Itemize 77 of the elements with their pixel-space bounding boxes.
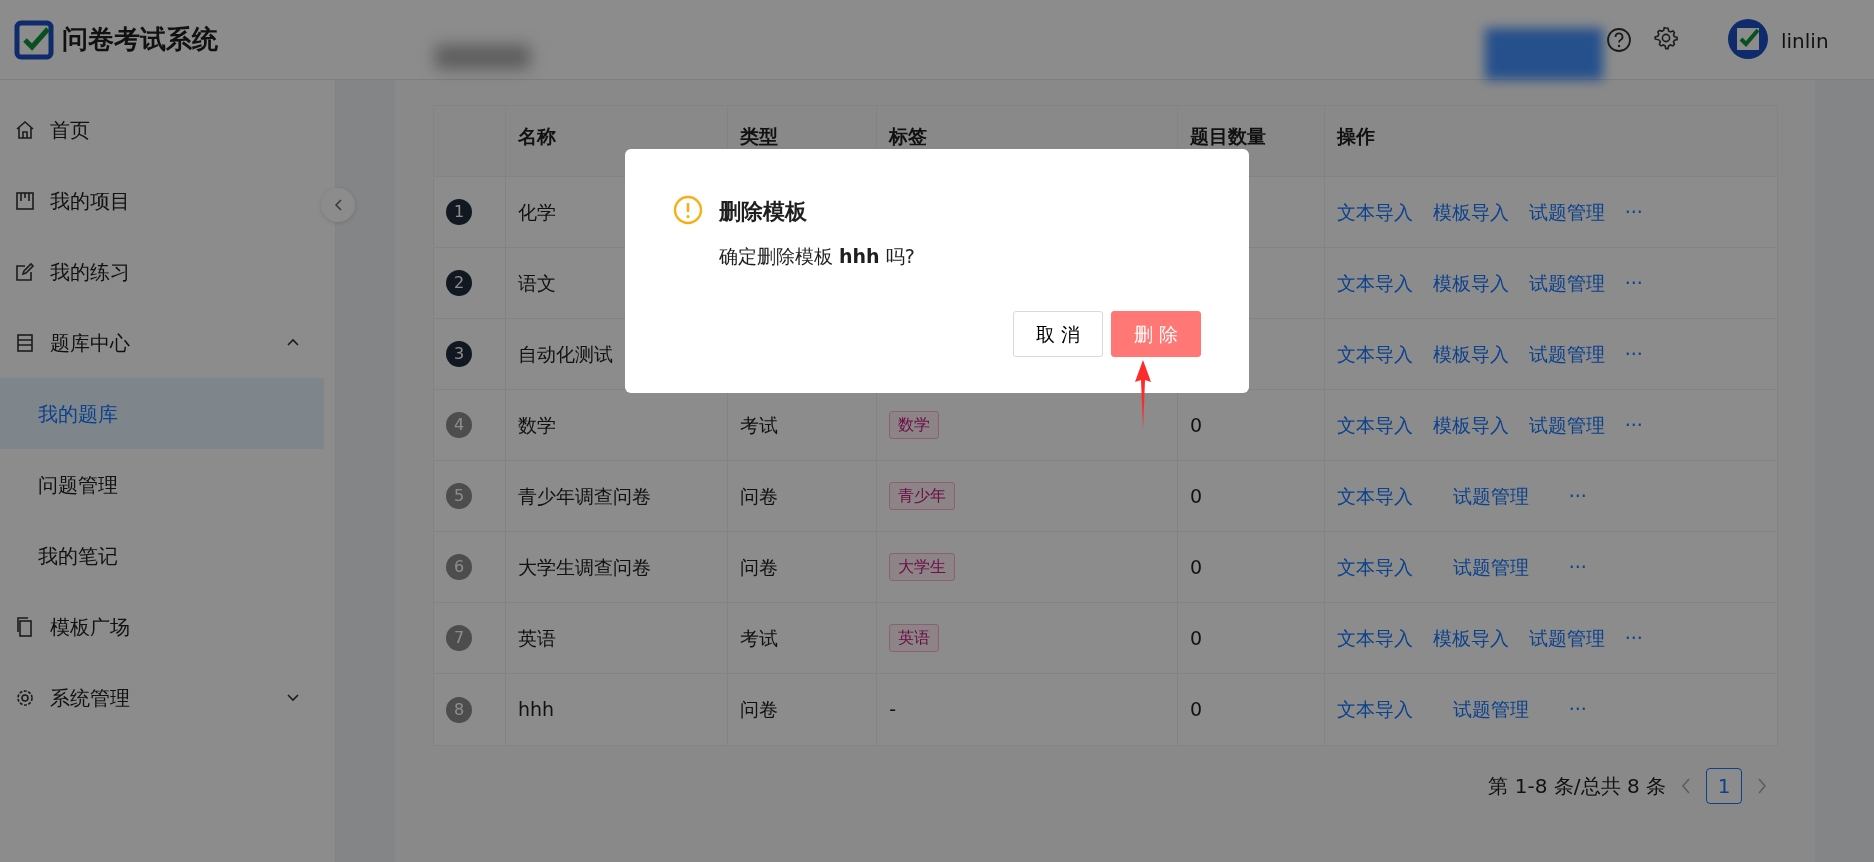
action-link[interactable]: 模板导入	[1432, 268, 1509, 298]
more-link[interactable]: ···	[1568, 695, 1587, 724]
tag: 青少年	[889, 482, 956, 510]
action-link[interactable]: 文本导入	[1336, 695, 1413, 724]
table-cell-text: 考试	[739, 412, 778, 438]
dialog-title: 删除模板	[719, 198, 808, 226]
rank-badge: 3	[446, 341, 472, 367]
action-link[interactable]: 模板导入	[1432, 410, 1509, 440]
more-link[interactable]: ···	[1624, 623, 1643, 653]
action-link[interactable]: 试题管理	[1528, 410, 1605, 440]
tag: 英语	[889, 624, 940, 652]
table-cell-text: -	[889, 697, 897, 723]
table-cell-text: 问卷	[739, 697, 778, 723]
action-link[interactable]: 试题管理	[1528, 623, 1605, 653]
table-cell-text: 0	[1189, 697, 1202, 723]
table-cell-text: 问卷	[739, 483, 778, 509]
table-cell-text: 英语	[517, 625, 556, 651]
app-title: 问卷考试系统	[62, 23, 218, 56]
action-link[interactable]: 试题管理	[1452, 695, 1529, 724]
more-link[interactable]: ···	[1568, 481, 1587, 511]
action-link[interactable]: 试题管理	[1452, 552, 1529, 582]
table-cell-text: 数学	[517, 412, 556, 438]
menu-item[interactable]: 首页	[0, 94, 324, 165]
action-link[interactable]: 文本导入	[1336, 410, 1413, 440]
action-link[interactable]: 文本导入	[1336, 268, 1413, 298]
rank-badge: 2	[446, 270, 472, 296]
action-link[interactable]: 模板导入	[1432, 623, 1509, 653]
table-cell-text: 问卷	[739, 554, 778, 580]
action-link[interactable]: 文本导入	[1336, 552, 1413, 582]
menu-item[interactable]: 我的项目	[0, 165, 324, 236]
more-link[interactable]: ···	[1624, 339, 1643, 369]
table-cell-text: 0	[1189, 625, 1202, 651]
menu-item[interactable]: 我的练习	[0, 236, 324, 307]
rank-badge: 4	[446, 412, 472, 438]
table-cell-text: 语文	[517, 270, 556, 296]
action-link[interactable]: 文本导入	[1336, 197, 1413, 227]
table-cell-text: 青少年调查问卷	[517, 483, 651, 509]
submenu-item[interactable]: 我的题库	[0, 378, 324, 449]
delete-button[interactable]: 删 除	[1110, 310, 1201, 357]
table-cell-text: 0	[1189, 554, 1202, 580]
action-link[interactable]: 文本导入	[1336, 623, 1413, 653]
table-cell-text: hhh	[517, 697, 555, 723]
dialog-message: 确定删除模板 hhh 吗?	[719, 244, 915, 269]
page-button[interactable]: 1	[1706, 768, 1742, 804]
more-link[interactable]: ···	[1624, 410, 1643, 440]
table-cell-text: 化学	[517, 199, 556, 225]
action-link[interactable]: 试题管理	[1528, 268, 1605, 298]
menu-item[interactable]: 题库中心	[0, 307, 324, 378]
user-name[interactable]: linlin	[1781, 26, 1829, 56]
tag: 数学	[889, 411, 940, 439]
menu-item[interactable]: 系统管理	[0, 662, 324, 733]
more-link[interactable]: ···	[1624, 268, 1643, 298]
action-link[interactable]: 文本导入	[1336, 339, 1413, 369]
action-link[interactable]: 模板导入	[1432, 339, 1509, 369]
more-link[interactable]: ···	[1624, 197, 1643, 227]
action-link[interactable]: 文本导入	[1336, 481, 1413, 511]
submenu-item[interactable]: 我的笔记	[0, 520, 324, 591]
rank-badge: 5	[446, 483, 472, 509]
cancel-button[interactable]: 取 消	[1012, 310, 1103, 357]
action-link[interactable]: 试题管理	[1528, 339, 1605, 369]
action-link[interactable]: 模板导入	[1432, 197, 1509, 227]
table-cell-text: 考试	[739, 625, 778, 651]
rank-badge: 1	[446, 199, 472, 225]
table-cell-text: 自动化测试	[517, 341, 613, 367]
more-link[interactable]: ···	[1568, 552, 1587, 582]
tag: 大学生	[889, 553, 956, 581]
table-cell-text: 0	[1189, 483, 1202, 509]
action-link[interactable]: 试题管理	[1452, 481, 1529, 511]
rank-badge: 6	[446, 554, 472, 580]
table-cell-text: 大学生调查问卷	[517, 554, 651, 580]
rank-badge: 8	[446, 696, 472, 723]
menu-item[interactable]: 模板广场	[0, 591, 324, 662]
table-cell-text: 0	[1189, 412, 1202, 438]
submenu-item[interactable]: 问题管理	[0, 449, 324, 520]
pagination-summary: 第 1-8 条/总共 8 条	[1488, 773, 1666, 800]
action-link[interactable]: 试题管理	[1528, 197, 1605, 227]
rank-badge: 7	[446, 625, 472, 651]
